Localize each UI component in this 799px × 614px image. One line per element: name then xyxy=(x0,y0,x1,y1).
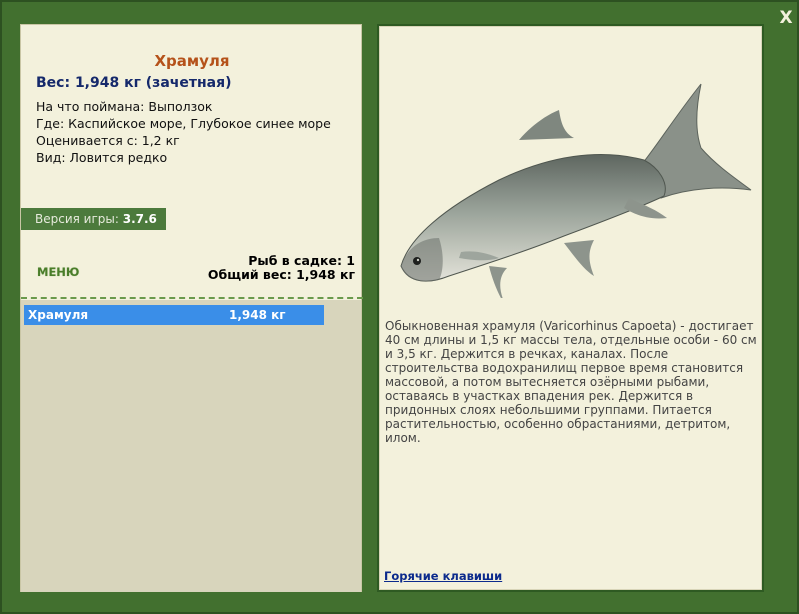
list-item-weight: 1,948 кг xyxy=(229,308,286,322)
fish-details: На что поймана: Выползок Где: Каспийское… xyxy=(36,98,331,166)
menu-button[interactable]: МЕНЮ xyxy=(37,265,79,279)
fish-count: Рыб в садке: 1 xyxy=(248,253,355,268)
catch-list[interactable]: Храмуля 1,948 кг xyxy=(21,300,361,592)
bait-info: На что поймана: Выползок xyxy=(36,99,213,114)
location-info: Где: Каспийское море, Глубокое синее мор… xyxy=(36,116,331,131)
version-label: Версия игры: xyxy=(35,212,119,226)
hotkeys-link[interactable]: Горячие клавиши xyxy=(384,569,502,583)
fish-description: Обыкновенная храмуля (Varicorhinus Capoe… xyxy=(385,319,757,445)
total-weight: Общий вес: 1,948 кг xyxy=(207,267,355,282)
dashed-divider xyxy=(21,297,363,299)
game-window: X Храмуля Вес: 1,948 кг (зачетная) На чт… xyxy=(0,0,799,614)
list-item-name: Храмуля xyxy=(28,308,89,322)
fish-weight: Вес: 1,948 кг (зачетная) xyxy=(36,75,232,91)
fish-title: Храмуля xyxy=(154,52,230,70)
version-number: 3.7.6 xyxy=(122,212,157,226)
fish-description-panel: Обыкновенная храмуля (Varicorhinus Capoe… xyxy=(377,24,764,592)
list-item[interactable]: Храмуля 1,948 кг xyxy=(24,305,324,325)
rarity-info: Вид: Ловится редко xyxy=(36,150,168,165)
cage-stats: Рыб в садке: 1 Общий вес: 1,948 кг xyxy=(208,254,355,282)
valuation-info: Оценивается с: 1,2 кг xyxy=(36,133,180,148)
close-button[interactable]: X xyxy=(776,8,796,28)
catch-info-panel: Храмуля Вес: 1,948 кг (зачетная) На что … xyxy=(20,24,363,592)
game-version: Версия игры: 3.7.6 xyxy=(21,208,166,230)
fish-picture xyxy=(400,83,752,298)
